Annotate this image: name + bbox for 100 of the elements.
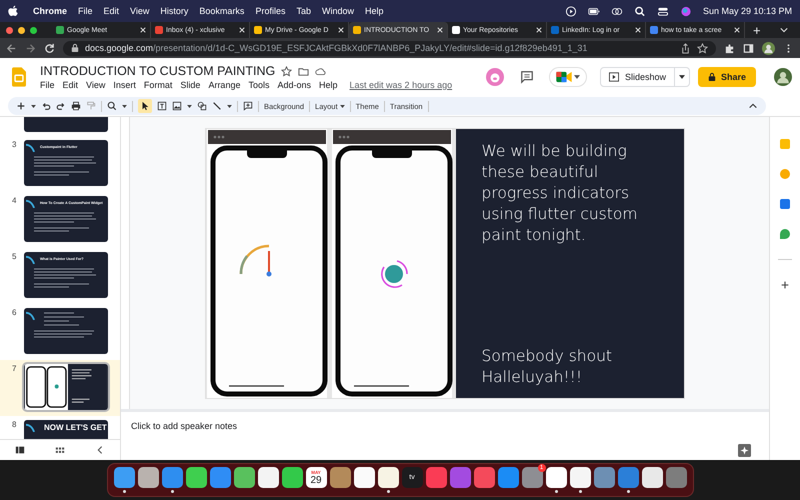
menu-app-name[interactable]: Chrome xyxy=(33,6,68,16)
close-icon[interactable] xyxy=(635,27,641,33)
meet-button[interactable] xyxy=(550,68,586,86)
menu-item[interactable]: Slide xyxy=(180,80,200,90)
profile-avatar-icon[interactable] xyxy=(762,42,775,54)
dock-app-icon[interactable] xyxy=(138,467,158,488)
close-icon[interactable] xyxy=(734,27,740,33)
cloud-icon[interactable] xyxy=(315,66,326,76)
add-comment-icon[interactable] xyxy=(243,101,253,111)
star-icon[interactable] xyxy=(281,66,292,76)
dock-app-icon[interactable] xyxy=(186,467,206,488)
tasks-app-icon[interactable] xyxy=(780,199,790,209)
collapse-icon[interactable] xyxy=(95,445,105,455)
play-icon xyxy=(608,72,619,82)
cursor-icon[interactable] xyxy=(138,99,152,113)
menu-item[interactable]: Arrange xyxy=(208,80,240,90)
menu-item[interactable]: Insert xyxy=(113,80,136,90)
share-icon[interactable] xyxy=(680,42,691,54)
slideshow-options-button[interactable] xyxy=(674,67,690,87)
caret-icon[interactable] xyxy=(122,104,127,108)
play-circle-icon[interactable] xyxy=(564,6,577,16)
menu-item[interactable]: Add-ons xyxy=(277,80,312,90)
dock-app-icon[interactable] xyxy=(234,467,254,488)
speaker-notes-field[interactable]: Click to add speaker notes xyxy=(121,409,769,440)
shapes-icon[interactable] xyxy=(197,101,207,111)
slide-thumbnail[interactable] xyxy=(24,117,108,132)
menu-item[interactable]: Format xyxy=(144,80,172,90)
reload-icon[interactable] xyxy=(44,42,55,54)
line-icon[interactable] xyxy=(212,101,222,111)
caret-icon[interactable] xyxy=(31,104,36,108)
close-icon[interactable] xyxy=(338,27,344,33)
caret-icon[interactable] xyxy=(187,104,192,108)
caret-icon[interactable] xyxy=(227,104,232,108)
menu-item[interactable]: Window xyxy=(322,6,354,16)
dock-app-icon[interactable] xyxy=(642,467,662,488)
dock-app-icon[interactable] xyxy=(570,467,590,488)
menu-item[interactable]: Help xyxy=(319,80,338,90)
forward-icon[interactable] xyxy=(25,42,36,54)
last-edit-link[interactable]: Last edit was 2 hours ago xyxy=(350,80,452,90)
document-title[interactable]: INTRODUCTION TO CUSTOM PAINTING xyxy=(40,64,276,78)
swoosh-icon xyxy=(26,423,35,432)
image-icon[interactable] xyxy=(172,101,182,111)
print-icon[interactable] xyxy=(71,101,81,111)
undo-icon[interactable] xyxy=(41,101,51,111)
close-icon[interactable] xyxy=(239,27,245,33)
close-icon[interactable] xyxy=(140,27,146,33)
address-field[interactable]: docs.google.com/presentation/d/1d-C_WsGD19E_ESFJCAktFGBkXd0F7lANBP6_PJakyLY/edit#slide=id.g12f829eb491_1_31 xyxy=(63,40,716,56)
pig-avatar-icon[interactable] xyxy=(486,68,504,86)
text-box-icon[interactable] xyxy=(157,101,167,111)
menu-clock[interactable]: Sun May 29 10:13 PM xyxy=(702,6,792,16)
redo-icon[interactable] xyxy=(56,101,66,111)
slideshow-button[interactable]: Slideshow xyxy=(600,67,675,87)
dock-app-icon[interactable] xyxy=(378,467,398,488)
share-button[interactable]: Share xyxy=(698,67,756,87)
lock-icon[interactable] xyxy=(71,43,79,53)
menu-item[interactable]: Profiles xyxy=(255,6,286,16)
control-center-icon[interactable] xyxy=(656,6,669,16)
new-tab-button[interactable]: + xyxy=(753,22,761,38)
apple-icon[interactable] xyxy=(8,5,18,17)
comment-icon[interactable] xyxy=(520,70,534,84)
menu-item[interactable]: View xyxy=(130,6,150,16)
thumbnail-title: NOW LET'S GET xyxy=(44,423,108,432)
puzzle-icon[interactable] xyxy=(724,42,735,54)
menu-item[interactable]: File xyxy=(78,6,93,16)
close-icon[interactable] xyxy=(437,27,443,33)
plus-icon[interactable] xyxy=(16,101,26,111)
menu-item[interactable]: Edit xyxy=(62,80,78,90)
explore-icon[interactable] xyxy=(738,444,751,456)
search-icon[interactable] xyxy=(634,6,646,16)
slide-text: We will be building these beautiful progress indicators using flutter custom paint tonight. xyxy=(482,140,638,246)
chevron-down-icon[interactable] xyxy=(780,27,788,33)
user-avatar-icon[interactable] xyxy=(774,68,792,86)
dock-app-icon[interactable] xyxy=(546,467,566,488)
star-icon[interactable] xyxy=(697,42,708,54)
menu-item[interactable]: Bookmarks xyxy=(199,6,244,16)
grid-view-icon[interactable] xyxy=(55,445,65,455)
siri-icon[interactable] xyxy=(680,6,692,16)
plus-icon[interactable] xyxy=(780,280,790,290)
back-icon[interactable] xyxy=(6,42,17,54)
menu-item[interactable]: File xyxy=(40,80,55,90)
menu-item[interactable]: History xyxy=(160,6,188,16)
filmstrip-item[interactable]: 7 xyxy=(0,360,120,416)
close-icon[interactable] xyxy=(536,27,542,33)
menu-item[interactable]: Help xyxy=(364,6,384,16)
battery-icon[interactable] xyxy=(588,6,600,16)
sidebar-icon[interactable] xyxy=(743,42,754,54)
dock-app-icon[interactable] xyxy=(354,467,374,488)
folder-icon[interactable] xyxy=(298,66,310,76)
menu-item[interactable]: Tools xyxy=(248,80,270,90)
slide-number: 7 xyxy=(12,364,18,375)
filmstrip-view-icon[interactable] xyxy=(15,445,25,455)
menu-item[interactable]: Edit xyxy=(104,6,120,16)
toggle-icon[interactable] xyxy=(610,6,623,16)
dock-app-icon[interactable] xyxy=(258,467,278,488)
menu-item[interactable]: Tab xyxy=(296,6,311,16)
dock-app-icon[interactable] xyxy=(282,467,302,488)
chevron-up-icon[interactable] xyxy=(748,101,758,111)
maps-pin-icon[interactable] xyxy=(780,229,790,239)
menu-item[interactable]: View xyxy=(86,80,106,90)
zoom-icon[interactable] xyxy=(107,101,117,111)
